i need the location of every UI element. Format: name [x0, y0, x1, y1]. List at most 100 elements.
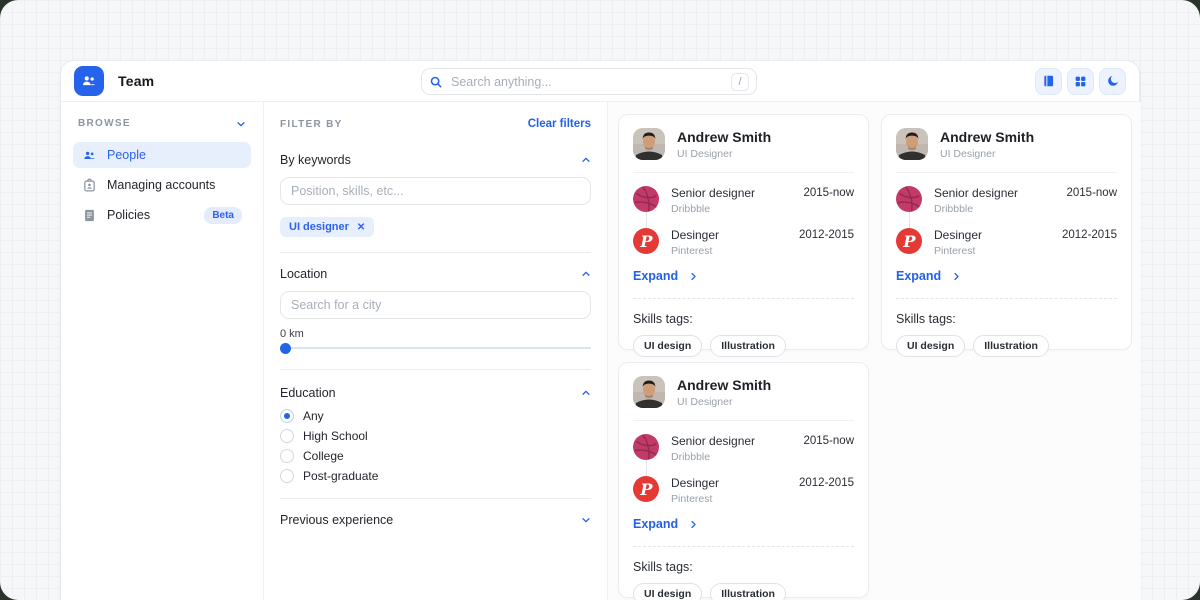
skill-tag[interactable]: UI design — [633, 583, 702, 600]
keywords-title: By keywords — [280, 153, 351, 167]
skills-label: Skills tags: — [633, 312, 854, 326]
dark-mode-button[interactable] — [1099, 68, 1126, 95]
person-role: UI Designer — [677, 148, 771, 160]
skill-tag[interactable]: Illustration — [710, 335, 786, 357]
expand-link[interactable]: Expand — [633, 517, 698, 531]
experience-title: Desinger — [671, 476, 719, 490]
radio-selected-icon[interactable] — [280, 409, 294, 423]
svg-text:P: P — [639, 232, 653, 251]
expand-link[interactable]: Expand — [896, 269, 961, 283]
experience-company: Dribbble — [671, 451, 755, 463]
svg-text:P: P — [902, 232, 916, 251]
experience-row: P Desinger Pinterest 2012-2015 — [633, 228, 854, 257]
slider-track[interactable] — [280, 347, 591, 349]
chevron-right-icon — [689, 272, 698, 281]
location-section-header[interactable]: Location — [280, 267, 591, 281]
browse-label: BROWSE — [78, 118, 131, 129]
card-divider — [896, 172, 1117, 173]
skill-tag[interactable]: Illustration — [710, 583, 786, 600]
skills-label: Skills tags: — [633, 560, 854, 574]
global-search[interactable]: / — [421, 68, 757, 95]
keywords-section-header[interactable]: By keywords — [280, 153, 591, 167]
education-section-header[interactable]: Education — [280, 386, 591, 400]
skill-tag[interactable]: Illustration — [973, 335, 1049, 357]
browse-section-header[interactable]: BROWSE — [73, 118, 251, 129]
experience-title: Senior designer — [671, 186, 755, 200]
person-name: Andrew Smith — [677, 129, 771, 145]
pinterest-icon: P — [896, 228, 922, 254]
main-panel: Team / — [60, 60, 1140, 600]
filter-divider — [280, 498, 591, 499]
remove-tag-icon[interactable]: ✕ — [357, 222, 365, 233]
experience-row: Senior designer Dribbble 2015-now — [896, 186, 1117, 215]
sidebar-nav: People Managing accounts — [73, 142, 251, 228]
filter-by-label: FILTER BY — [280, 119, 343, 130]
radio-icon[interactable] — [280, 449, 294, 463]
avatar — [896, 128, 928, 160]
card-divider — [633, 172, 854, 173]
experience-row: P Desinger Pinterest 2012-2015 — [633, 476, 854, 505]
person-card: Andrew Smith UI Designer — [881, 114, 1132, 350]
radio-icon[interactable] — [280, 429, 294, 443]
experience-company: Pinterest — [671, 245, 719, 257]
skill-tag[interactable]: UI design — [633, 335, 702, 357]
card-divider — [633, 420, 854, 421]
radio-option-any[interactable]: Any — [280, 409, 591, 423]
experience-period: 2012-2015 — [1062, 228, 1117, 241]
avatar — [633, 128, 665, 160]
experience-company: Pinterest — [934, 245, 982, 257]
card-divider-dashed — [633, 546, 854, 547]
team-people-icon — [80, 72, 98, 90]
radio-icon[interactable] — [280, 469, 294, 483]
experience-title: Desinger — [934, 228, 982, 242]
sidebar: BROWSE People — [61, 102, 263, 600]
chevron-up-icon — [581, 388, 591, 398]
experience-company: Dribbble — [934, 203, 1018, 215]
person-name: Andrew Smith — [677, 377, 771, 393]
radio-option-post-graduate[interactable]: Post-graduate — [280, 469, 591, 483]
previous-experience-title: Previous experience — [280, 513, 393, 527]
moon-icon — [1106, 74, 1120, 88]
keywords-input[interactable] — [280, 177, 591, 205]
radio-option-high-school[interactable]: High School — [280, 429, 591, 443]
distance-slider[interactable] — [280, 342, 591, 354]
sidebar-item-managing-accounts[interactable]: Managing accounts — [73, 172, 251, 198]
search-shortcut-key: / — [731, 73, 749, 91]
skill-tag[interactable]: UI design — [896, 335, 965, 357]
search-input[interactable] — [451, 75, 731, 89]
people-icon — [82, 148, 97, 163]
apps-grid-button[interactable] — [1067, 68, 1094, 95]
city-search-input[interactable] — [280, 291, 591, 319]
sidebar-item-people[interactable]: People — [73, 142, 251, 168]
experience-company: Pinterest — [671, 493, 719, 505]
book-icon — [1042, 74, 1056, 88]
person-card: Andrew Smith UI Designer — [618, 114, 869, 350]
experience-period: 2012-2015 — [799, 476, 854, 489]
sidebar-item-policies[interactable]: Policies Beta — [73, 202, 251, 228]
person-name: Andrew Smith — [940, 129, 1034, 145]
app-header: Team / — [61, 61, 1139, 102]
expand-link[interactable]: Expand — [633, 269, 698, 283]
distance-value-label: 0 km — [280, 328, 591, 340]
clear-filters-link[interactable]: Clear filters — [528, 118, 591, 130]
experience-row: P Desinger Pinterest 2012-2015 — [896, 228, 1117, 257]
experience-period: 2015-now — [803, 186, 854, 199]
radio-option-college[interactable]: College — [280, 449, 591, 463]
pinterest-icon: P — [633, 476, 659, 502]
grid-icon — [1074, 75, 1087, 88]
experience-title: Senior designer — [934, 186, 1018, 200]
app-body: BROWSE People — [61, 102, 1139, 600]
slider-thumb[interactable] — [280, 343, 291, 354]
previous-experience-section-header[interactable]: Previous experience — [280, 513, 591, 527]
results-grid: Andrew Smith UI Designer — [608, 102, 1141, 600]
chevron-up-icon — [581, 269, 591, 279]
keyword-tag[interactable]: UI designer ✕ — [280, 217, 374, 237]
beta-badge: Beta — [204, 207, 242, 224]
dribbble-icon — [633, 186, 659, 212]
filter-divider — [280, 252, 591, 253]
chevron-down-icon — [236, 119, 246, 129]
filter-divider — [280, 369, 591, 370]
bookmarks-button[interactable] — [1035, 68, 1062, 95]
pinterest-icon: P — [633, 228, 659, 254]
document-icon — [82, 208, 97, 223]
